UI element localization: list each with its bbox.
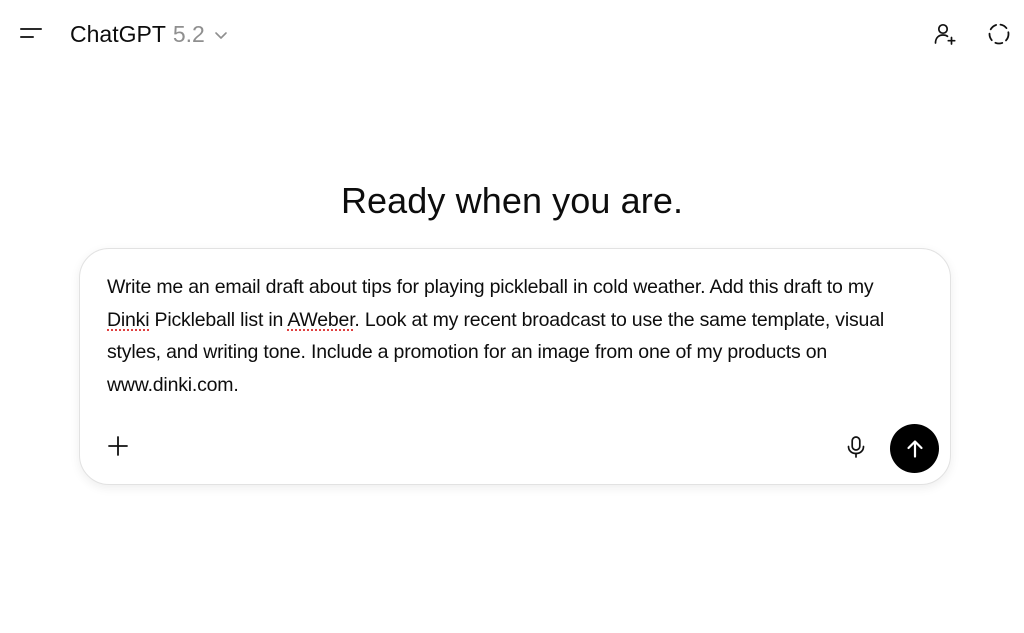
microphone-icon (847, 436, 865, 458)
add-attachment-button[interactable] (100, 428, 136, 464)
prompt-text-segment: Write me an email draft about tips for p… (107, 276, 874, 298)
prompt-text-segment: Pickleball list in (149, 308, 288, 331)
chevron-down-icon (215, 32, 227, 39)
prompt-composer: Write me an email draft about tips for p… (79, 248, 951, 485)
menu-icon-line-top (20, 28, 42, 30)
model-switcher[interactable]: ChatGPT 5.2 (70, 19, 228, 49)
sidebar-menu-button[interactable] (14, 18, 50, 48)
arrow-up-icon (906, 439, 923, 458)
menu-icon-line-bottom (20, 36, 34, 38)
add-people-button[interactable] (929, 18, 961, 50)
send-button[interactable] (890, 424, 939, 473)
model-version: 5.2 (172, 20, 205, 47)
spellcheck-word: AWeber (287, 308, 355, 331)
top-bar: ChatGPT 5.2 (0, 0, 1024, 66)
plus-icon (108, 436, 128, 456)
temporary-chat-icon (988, 23, 1010, 45)
spellcheck-word: Dinki (107, 308, 150, 331)
add-person-icon (934, 23, 956, 45)
page-title: Ready when you are. (340, 180, 684, 221)
dictate-button[interactable] (838, 429, 874, 465)
temporary-chat-button[interactable] (983, 18, 1015, 50)
model-name: ChatGPT (70, 20, 166, 47)
prompt-input[interactable]: Write me an email draft about tips for p… (107, 271, 907, 401)
